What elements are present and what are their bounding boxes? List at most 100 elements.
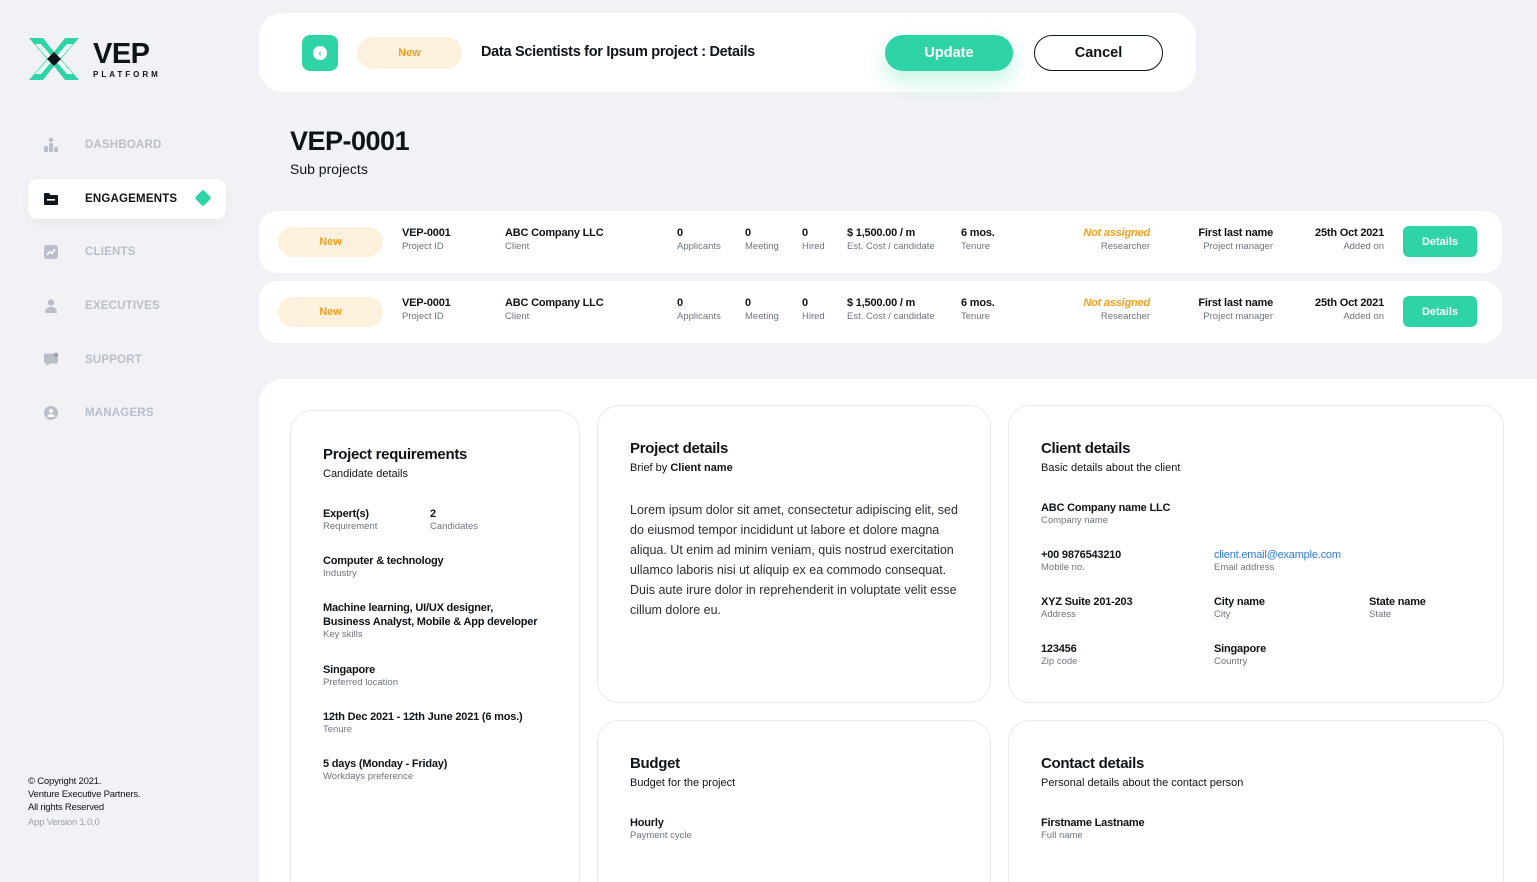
full-name-field: Firstname Lastname Full name [1041, 817, 1145, 841]
sidebar: VEP PLATFORM DASHBOARD ENGAGEMENTS CLIEN… [0, 0, 258, 882]
logo[interactable]: VEP PLATFORM [27, 36, 161, 82]
copyright-line: © Copyright 2021. [28, 776, 102, 787]
budget-card: Budget Budget for the project Hourly Paym… [597, 720, 991, 882]
industry-field: Computer & technology Industry [323, 555, 444, 579]
sidebar-item-managers[interactable]: MANAGERS [28, 393, 226, 433]
payment-cycle-field: Hourly Payment cycle [630, 817, 692, 841]
active-indicator-icon [194, 189, 212, 207]
zip-field: 123456 Zip code [1041, 643, 1078, 667]
meeting-cell: 0 Meeting [745, 297, 779, 322]
vep-logo-icon [29, 38, 79, 80]
card-subtitle: Brief by Client name [630, 462, 733, 474]
workdays-field: 5 days (Monday - Friday) Workdays prefere… [323, 758, 448, 782]
user-badge-icon [42, 404, 60, 422]
sidebar-item-dashboard[interactable]: DASHBOARD [28, 125, 226, 165]
country-field: Singapore Country [1214, 643, 1266, 667]
sidebar-item-label: EXECUTIVES [85, 300, 160, 313]
card-title: Project requirements [323, 446, 468, 463]
details-button[interactable]: Details [1403, 226, 1477, 257]
sidebar-item-executives[interactable]: EXECUTIVES [28, 286, 226, 326]
folder-icon [42, 190, 60, 208]
project-description: Lorem ipsum dolor sit amet, consectetur … [630, 503, 958, 617]
cost-cell: $ 1,500.00 / m Est. Cost / candidate [847, 227, 935, 252]
sidebar-item-engagements[interactable]: ENGAGEMENTS [28, 178, 226, 219]
city-field: City name City [1214, 596, 1265, 620]
sidebar-nav: DASHBOARD ENGAGEMENTS CLIENTS EXECUTIVES [28, 125, 226, 447]
project-id-cell: VEP-0001 Project ID [402, 297, 451, 322]
hired-cell: 0 Hired [802, 297, 825, 322]
top-bar: ‹ New Data Scientists for Ipsum project … [259, 13, 1196, 92]
card-subtitle: Candidate details [323, 468, 409, 480]
added-on-cell: 25th Oct 2021 Added on [1315, 297, 1384, 322]
card-subtitle: Personal details about the contact perso… [1041, 777, 1244, 789]
card-title: Contact details [1041, 755, 1145, 772]
email-link[interactable]: client.email@example.com [1214, 548, 1341, 562]
app-version: App Version 1.0.0 [28, 817, 100, 828]
project-details-card: Project details Brief by Client name Lor… [597, 405, 991, 703]
person-icon [42, 297, 60, 315]
status-badge: New [357, 37, 462, 69]
details-panel: Project requirements Candidate details E… [259, 379, 1537, 882]
company-field: ABC Company name LLC Company name [1041, 502, 1171, 526]
card-title: Project details [630, 440, 729, 457]
rights-line: All rights Reserved [28, 802, 104, 813]
tenure-field: 12th Dec 2021 - 12th June 2021 (6 mos.) T… [323, 711, 523, 735]
chart-icon [42, 136, 60, 154]
project-id-cell: VEP-0001 Project ID [402, 227, 451, 252]
card-subtitle: Budget for the project [630, 777, 736, 789]
trend-icon [42, 243, 60, 261]
company-line: Venture Executive Partners. [28, 789, 141, 800]
client-cell: ABC Company LLC Client [505, 227, 604, 252]
sidebar-item-label: DASHBOARD [85, 139, 162, 151]
added-on-cell: 25th Oct 2021 Added on [1315, 227, 1384, 252]
researcher-cell: Not assigned Researcher [1083, 297, 1150, 322]
logo-title: VEP [93, 37, 150, 70]
status-badge: New [278, 227, 383, 257]
update-button[interactable]: Update [885, 35, 1013, 71]
page-subtitle: Sub projects [290, 161, 368, 177]
details-button[interactable]: Details [1403, 296, 1477, 327]
sidebar-item-label: CLIENTS [85, 246, 136, 259]
sidebar-item-clients[interactable]: CLIENTS [28, 232, 226, 272]
page-title: VEP-0001 [290, 126, 410, 156]
manager-cell: First last name Project manager [1198, 297, 1273, 322]
cost-cell: $ 1,500.00 / m Est. Cost / candidate [847, 297, 935, 322]
chat-icon [42, 351, 60, 369]
client-details-card: Client details Basic details about the c… [1008, 405, 1504, 703]
contact-details-card: Contact details Personal details about t… [1008, 720, 1504, 882]
client-cell: ABC Company LLC Client [505, 297, 604, 322]
requirement-field: Expert(s) Requirement [323, 508, 378, 532]
mobile-field: +00 9876543210 Mobile no. [1041, 549, 1122, 573]
tenure-cell: 6 mos. Tenure [961, 297, 995, 322]
address-field: XYZ Suite 201-203 Address [1041, 596, 1133, 620]
sub-project-row: New VEP-0001 Project ID ABC Company LLC Cl… [259, 281, 1502, 343]
back-button[interactable]: ‹ [302, 35, 338, 71]
email-field: client.email@example.com Email address [1214, 548, 1341, 573]
sidebar-item-label: SUPPORT [85, 353, 142, 366]
card-subtitle: Basic details about the client [1041, 462, 1181, 474]
back-arrow-icon: ‹ [313, 46, 327, 60]
card-title: Client details [1041, 440, 1131, 457]
applicants-cell: 0 Applicants [677, 297, 721, 322]
project-requirements-card: Project requirements Candidate details E… [290, 410, 580, 882]
card-title: Budget [630, 755, 680, 772]
brief-client-name: Client name [670, 462, 733, 474]
sidebar-item-support[interactable]: SUPPORT [28, 340, 226, 380]
page-header-title: Data Scientists for Ipsum project : Deta… [481, 44, 755, 60]
hired-cell: 0 Hired [802, 227, 825, 252]
cancel-button[interactable]: Cancel [1034, 35, 1163, 71]
researcher-cell: Not assigned Researcher [1083, 227, 1150, 252]
key-skills-field: Machine learning, UI/UX designer, Busines… [323, 602, 538, 640]
meeting-cell: 0 Meeting [745, 227, 779, 252]
applicants-cell: 0 Applicants [677, 227, 721, 252]
sidebar-item-label: MANAGERS [85, 407, 154, 420]
location-field: Singapore Preferred location [323, 664, 398, 688]
manager-cell: First last name Project manager [1198, 227, 1273, 252]
status-badge: New [278, 297, 383, 327]
sidebar-footer: © Copyright 2021. Venture Executive Part… [28, 775, 141, 829]
sub-project-row: New VEP-0001 Project ID ABC Company LLC Cl… [259, 211, 1502, 273]
tenure-cell: 6 mos. Tenure [961, 227, 995, 252]
candidates-field: 2 Candidates [430, 508, 479, 532]
state-field: State name State [1369, 596, 1426, 620]
logo-subtitle: PLATFORM [93, 69, 161, 79]
